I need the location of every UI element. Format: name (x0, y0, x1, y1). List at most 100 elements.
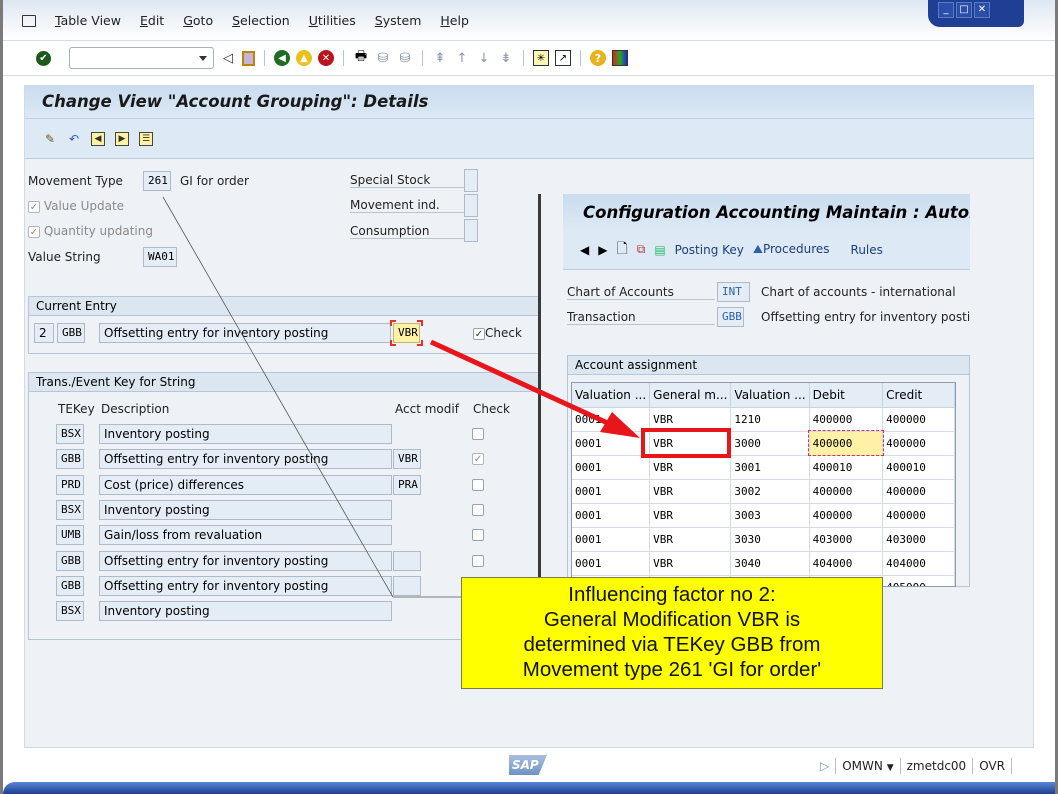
status-transaction[interactable]: OMWN ▼ (842, 759, 893, 773)
table-cell[interactable]: VBR (649, 551, 732, 576)
maximize-icon[interactable]: □ (956, 2, 972, 18)
close-icon[interactable]: ✕ (974, 2, 990, 18)
chart-of-accounts-field[interactable]: INT (717, 282, 750, 302)
table-cell[interactable]: 404000 (882, 551, 955, 576)
menu-help[interactable]: Help (440, 13, 469, 28)
row-acct-modif[interactable]: VBR (393, 449, 421, 470)
table-cell[interactable]: 405000 (882, 575, 955, 586)
previous-icon[interactable]: ◀ (580, 243, 589, 257)
exit-icon[interactable]: ▲ (296, 50, 312, 66)
help-icon[interactable]: ? (590, 50, 606, 66)
posting-key-button[interactable]: Posting Key (675, 243, 744, 257)
find-icon[interactable]: ⛁ (375, 50, 391, 66)
table-cell[interactable]: 403000 (882, 527, 955, 552)
table-cell[interactable]: 0001 (572, 527, 651, 552)
row-check-checkbox[interactable] (472, 529, 484, 542)
menu-goto[interactable]: Goto (183, 13, 213, 28)
current-entry-check[interactable]: ✓ Check (473, 326, 522, 340)
chevron-down-icon[interactable]: ▼ (887, 763, 894, 773)
movement-ind-field[interactable] (464, 194, 478, 217)
customize-layout-icon[interactable] (612, 50, 628, 66)
last-page-icon[interactable]: ⇟ (498, 50, 514, 66)
table-cell[interactable]: VBR (649, 455, 732, 480)
back-arrow-icon[interactable]: ◁ (220, 50, 236, 66)
table-cell[interactable]: 1210 (730, 407, 810, 432)
menu-edit[interactable]: Edit (140, 13, 164, 28)
previous-entry-icon[interactable]: ◀ (91, 131, 105, 146)
row-check-checkbox[interactable]: ✓ (472, 453, 484, 466)
column-header[interactable]: Credit (882, 383, 955, 408)
display-change-icon[interactable]: ✎ (43, 132, 57, 146)
current-entry-acct-modif[interactable]: VBR (393, 323, 420, 343)
menu-selection[interactable]: Selection (232, 13, 290, 28)
print-icon[interactable]: 🖶 (353, 49, 369, 66)
shortcut-icon[interactable]: ↗ (555, 50, 571, 66)
enter-icon[interactable]: ✔ (36, 50, 51, 66)
column-header[interactable]: Debit (809, 383, 884, 408)
transaction-field[interactable]: GBB (717, 307, 744, 327)
table-cell[interactable]: 400000 (808, 430, 884, 456)
table-cell[interactable]: 400000 (882, 431, 955, 456)
system-menu-icon[interactable] (22, 14, 36, 27)
table-cell[interactable]: 400000 (882, 479, 955, 504)
special-stock-field[interactable] (464, 169, 478, 192)
new-entry-icon[interactable]: 🗋 (616, 238, 627, 262)
table-cell[interactable]: 400000 (882, 407, 955, 432)
table-cell[interactable]: 400010 (882, 455, 955, 480)
checkbox-icon[interactable]: ✓ (473, 327, 485, 340)
table-cell[interactable]: 3040 (730, 551, 810, 576)
column-header[interactable]: General m... (649, 383, 732, 408)
table-cell[interactable]: 3030 (730, 527, 810, 552)
table-cell[interactable]: VBR (649, 527, 732, 552)
row-acct-modif[interactable] (393, 550, 421, 571)
procedures-button[interactable]: ⛰Procedures (753, 242, 830, 257)
table-cell[interactable]: 0001 (572, 551, 651, 576)
table-cell[interactable]: 0001 (572, 431, 651, 456)
command-field[interactable] (69, 47, 214, 69)
movement-type-field[interactable]: 261 (143, 171, 171, 191)
table-cell[interactable]: 400010 (809, 455, 884, 480)
save-icon[interactable] (242, 50, 255, 66)
table-cell[interactable]: 3002 (730, 479, 810, 504)
menu-system[interactable]: System (375, 13, 422, 28)
row-acct-modif[interactable] (393, 575, 421, 596)
delete-icon[interactable]: ▤ (654, 243, 665, 257)
consumption-field[interactable] (464, 219, 478, 242)
value-string-field[interactable]: WA01 (143, 247, 177, 267)
status-mode[interactable]: OVR (979, 759, 1005, 773)
new-session-icon[interactable]: ✳ (533, 50, 549, 66)
minimize-icon[interactable]: _ (938, 2, 954, 18)
table-cell[interactable]: 400000 (882, 503, 955, 528)
rules-button[interactable]: Rules (851, 243, 883, 257)
next-page-icon[interactable]: ↓ (476, 50, 492, 66)
table-cell[interactable]: VBR (649, 479, 732, 504)
table-cell[interactable]: 3003 (730, 503, 810, 528)
table-cell[interactable]: 3001 (730, 455, 810, 480)
next-icon[interactable]: ▶ (598, 243, 607, 257)
cancel-icon[interactable]: ✕ (318, 50, 334, 66)
menu-table-view[interactable]: Table View (55, 13, 121, 28)
row-check-checkbox[interactable] (472, 428, 484, 440)
table-cell[interactable]: 400000 (809, 407, 884, 432)
menu-utilities[interactable]: Utilities (309, 13, 356, 28)
status-toggle-icon[interactable]: ▷ (820, 759, 829, 773)
next-entry-icon[interactable]: ▶ (115, 131, 129, 146)
row-check-checkbox[interactable] (472, 478, 484, 491)
table-cell[interactable]: 400000 (809, 479, 884, 504)
column-header[interactable]: Valuation ... (730, 383, 810, 408)
table-cell[interactable]: VBR (649, 503, 732, 528)
table-cell[interactable]: 403000 (809, 527, 884, 552)
first-page-icon[interactable]: ⇞ (432, 50, 448, 66)
back-icon[interactable]: ◀ (274, 50, 290, 66)
table-cell[interactable]: 0001 (572, 503, 651, 528)
table-cell[interactable]: 3000 (730, 431, 810, 456)
undo-icon[interactable]: ↶ (67, 132, 81, 146)
find-next-icon[interactable]: ⛁ (397, 50, 413, 66)
row-check-checkbox[interactable] (472, 503, 484, 516)
table-cell[interactable]: 0001 (572, 455, 651, 480)
row-check-checkbox[interactable] (472, 554, 484, 567)
table-cell[interactable]: 404000 (809, 551, 884, 576)
table-cell[interactable]: 0001 (572, 407, 651, 432)
table-cell[interactable]: 0001 (572, 479, 651, 504)
row-acct-modif[interactable]: PRA (393, 474, 421, 495)
